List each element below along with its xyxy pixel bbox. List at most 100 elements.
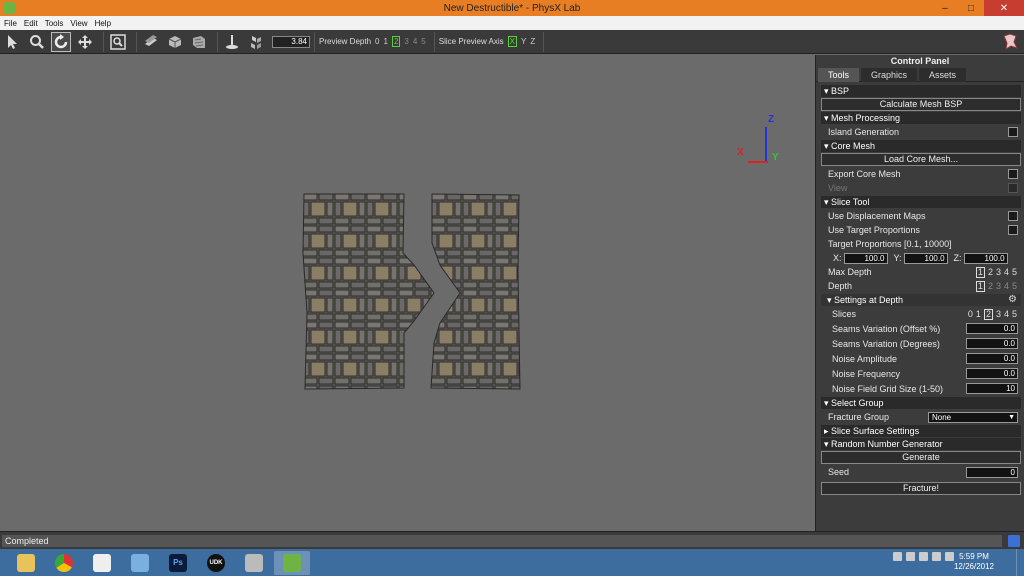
battery-icon[interactable] — [919, 552, 928, 561]
maximize-button[interactable]: □ — [958, 0, 984, 16]
explode-value-field[interactable]: 3.84 — [272, 35, 310, 48]
taskbar-udk[interactable]: UDK — [198, 551, 234, 575]
destructible-mesh[interactable] — [302, 193, 522, 393]
slices-5[interactable]: 5 — [1012, 309, 1017, 320]
explode-chunks-icon[interactable] — [246, 32, 266, 52]
preview-depth-2[interactable]: 2 — [391, 36, 401, 47]
tab-graphics[interactable]: Graphics — [861, 68, 918, 82]
slice-axis-z[interactable]: Z — [530, 37, 535, 46]
settings-at-depth-header[interactable]: ▾ Settings at Depth ⚙ — [821, 294, 1021, 306]
preview-depth-0[interactable]: 0 — [375, 37, 379, 46]
depth-5[interactable]: 5 — [1012, 281, 1017, 292]
slice-axis-x[interactable]: X — [507, 36, 518, 47]
slices-2[interactable]: 2 — [983, 308, 993, 320]
bsp-section-header[interactable]: ▾ BSP — [821, 85, 1021, 97]
island-generation-checkbox[interactable] — [1008, 127, 1018, 137]
max-depth-3[interactable]: 3 — [996, 267, 1001, 278]
use-displacement-maps-checkbox[interactable] — [1008, 211, 1018, 221]
tray-arrow-icon[interactable] — [893, 552, 902, 561]
target-proportions-label: Target Proportions [0.1, 10000] — [828, 239, 952, 249]
cube-chunks-icon[interactable] — [165, 32, 185, 52]
gear-icon[interactable]: ⚙ — [1008, 294, 1017, 306]
random-number-generator-header[interactable]: ▾ Random Number Generator — [821, 438, 1021, 450]
noise-frequency-field[interactable]: 0.0 — [966, 368, 1018, 379]
generate-button[interactable]: Generate — [821, 451, 1021, 464]
depth-label: Depth — [828, 281, 853, 291]
show-desktop-button[interactable] — [1016, 549, 1024, 576]
zoom-extents-icon[interactable] — [108, 32, 128, 52]
slice-axis-y[interactable]: Y — [521, 37, 526, 46]
seams-degrees-field[interactable]: 0.0 — [966, 338, 1018, 349]
depth-2[interactable]: 2 — [988, 281, 993, 292]
mesh-processing-section-header[interactable]: ▾ Mesh Processing — [821, 112, 1021, 124]
target-y-field[interactable]: 100.0 — [903, 252, 948, 264]
target-proportions-label-row: Target Proportions [0.1, 10000] — [821, 237, 1021, 251]
signal-icon[interactable] — [932, 552, 941, 561]
slices-4[interactable]: 4 — [1004, 309, 1009, 320]
fracture-group-dropdown[interactable]: None ▼ — [928, 411, 1018, 423]
taskbar-remote[interactable] — [122, 551, 158, 575]
noise-grid-size-field[interactable]: 10 — [966, 383, 1018, 394]
taskbar-chrome[interactable] — [46, 551, 82, 575]
load-core-mesh-button[interactable]: Load Core Mesh... — [821, 153, 1021, 166]
menu-file[interactable]: File — [4, 19, 17, 28]
target-x-field[interactable]: 100.0 — [843, 252, 888, 264]
move-arrows-icon[interactable] — [75, 32, 95, 52]
taskbar-explorer[interactable] — [8, 551, 44, 575]
menu-view[interactable]: View — [70, 19, 87, 28]
message-icon[interactable] — [1008, 535, 1020, 547]
max-depth-2[interactable]: 2 — [988, 267, 993, 278]
depth-3[interactable]: 3 — [996, 281, 1001, 292]
max-depth-5[interactable]: 5 — [1012, 267, 1017, 278]
menu-edit[interactable]: Edit — [24, 19, 38, 28]
menu-help[interactable]: Help — [95, 19, 111, 28]
calculate-mesh-bsp-button[interactable]: Calculate Mesh BSP — [821, 98, 1021, 111]
preview-depth-3[interactable]: 3 — [404, 37, 408, 46]
noise-amplitude-field[interactable]: 0.0 — [966, 353, 1018, 364]
core-mesh-section-header[interactable]: ▾ Core Mesh — [821, 140, 1021, 152]
preview-depth-5[interactable]: 5 — [421, 37, 425, 46]
tab-assets[interactable]: Assets — [919, 68, 967, 82]
taskbar: Ps UDK 5:59 PM 12/26/2012 — [0, 549, 1024, 576]
depth-1[interactable]: 1 — [975, 280, 985, 292]
slice-tool-section-header[interactable]: ▾ Slice Tool — [821, 196, 1021, 208]
select-group-section-header[interactable]: ▾ Select Group — [821, 397, 1021, 409]
taskbar-files[interactable] — [84, 551, 120, 575]
3d-viewport[interactable]: Z X Y — [0, 55, 815, 531]
taskbar-photoshop[interactable]: Ps — [160, 551, 196, 575]
network-icon[interactable] — [906, 552, 915, 561]
use-target-proportions-checkbox[interactable] — [1008, 225, 1018, 235]
slices-1[interactable]: 1 — [976, 309, 981, 320]
preview-depth-1[interactable]: 1 — [383, 37, 387, 46]
pin-drop-icon[interactable] — [222, 32, 242, 52]
slices-0[interactable]: 0 — [968, 309, 973, 320]
taskbar-mail[interactable] — [236, 551, 272, 575]
depth-4[interactable]: 4 — [1004, 281, 1009, 292]
fracture-group-value: None — [932, 412, 952, 422]
minimize-button[interactable]: – — [932, 0, 958, 16]
max-depth-1[interactable]: 1 — [975, 266, 985, 278]
texture-block-icon[interactable] — [189, 32, 209, 52]
close-button[interactable]: ✕ — [984, 0, 1024, 16]
export-core-mesh-checkbox[interactable] — [1008, 169, 1018, 179]
slices-3[interactable]: 3 — [996, 309, 1001, 320]
slice-planes-icon[interactable] — [141, 32, 161, 52]
window-title: New Destructible* - PhysX Lab — [443, 2, 581, 14]
zoom-magnifier-icon[interactable] — [27, 32, 47, 52]
preview-depth-4[interactable]: 4 — [413, 37, 417, 46]
menu-tools[interactable]: Tools — [45, 19, 64, 28]
max-depth-4[interactable]: 4 — [1004, 267, 1009, 278]
seed-field[interactable]: 0 — [966, 466, 1018, 478]
noise-amplitude-label: Noise Amplitude — [832, 353, 898, 364]
taskbar-physx-lab[interactable] — [274, 550, 310, 575]
volume-icon[interactable] — [945, 552, 954, 561]
target-z-field[interactable]: 100.0 — [963, 252, 1008, 264]
seams-offset-field[interactable]: 0.0 — [966, 323, 1018, 334]
rotate-icon[interactable] — [51, 31, 71, 52]
fracture-button[interactable]: Fracture! — [821, 482, 1021, 495]
clock[interactable]: 5:59 PM 12/26/2012 — [954, 552, 994, 572]
tab-tools[interactable]: Tools — [818, 68, 860, 82]
slice-surface-settings-header[interactable]: ▸ Slice Surface Settings — [821, 425, 1021, 437]
select-arrow-icon[interactable] — [3, 32, 23, 52]
island-generation-label: Island Generation — [828, 127, 900, 137]
